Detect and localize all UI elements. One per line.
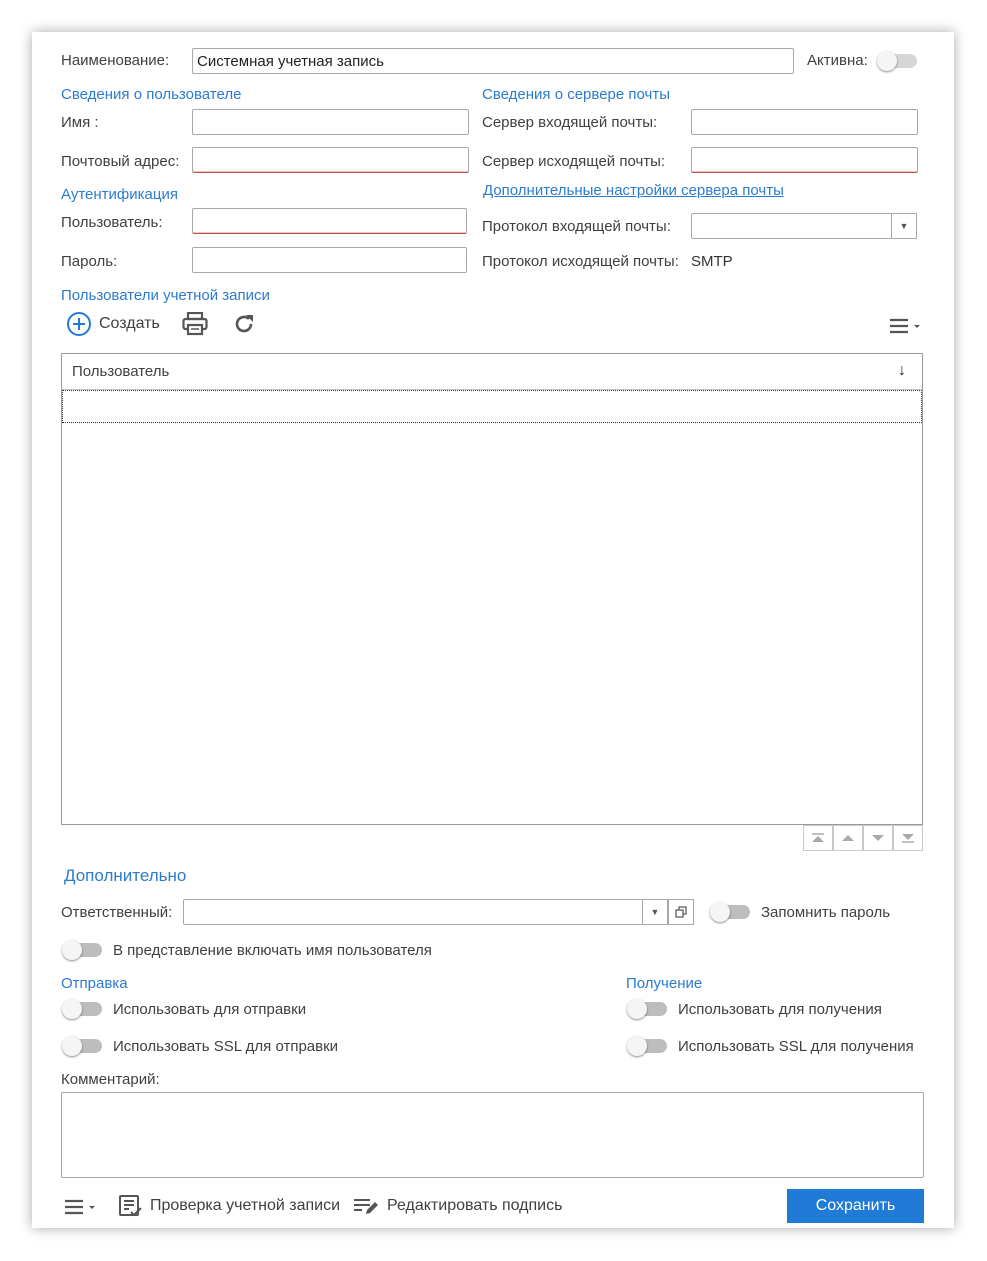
- chevron-down-icon: ▼: [650, 907, 660, 917]
- plus-circle-icon: [66, 311, 92, 337]
- refresh-icon[interactable]: [232, 312, 256, 336]
- comment-textarea[interactable]: [61, 1092, 924, 1178]
- receiving-section-title: Получение: [626, 975, 703, 992]
- auth-user-input[interactable]: [192, 208, 467, 234]
- incoming-protocol-select[interactable]: [691, 213, 892, 239]
- password-input[interactable]: [192, 247, 467, 273]
- user-info-section-title: Сведения о пользователе: [61, 86, 242, 103]
- incoming-protocol-dropdown-button[interactable]: ▼: [891, 213, 917, 239]
- active-toggle[interactable]: [877, 51, 919, 71]
- remember-password-toggle[interactable]: [710, 902, 752, 922]
- email-account-form: Наименование: Активна: Сведения о пользо…: [32, 32, 954, 1228]
- check-account-button[interactable]: Проверка учетной записи: [118, 1194, 340, 1218]
- edit-signature-label: Редактировать подпись: [387, 1197, 563, 1214]
- move-up-button[interactable]: [833, 825, 863, 851]
- use-for-sending-toggle[interactable]: [62, 999, 104, 1019]
- grid-menu-button[interactable]: [888, 316, 924, 336]
- use-ssl-sending-label: Использовать SSL для отправки: [113, 1038, 339, 1055]
- comment-label: Комментарий:: [61, 1071, 160, 1088]
- responsible-open-button[interactable]: [668, 899, 694, 925]
- move-down-icon: [872, 835, 884, 841]
- table-row[interactable]: [62, 390, 922, 423]
- auth-user-label: Пользователь:: [61, 214, 163, 231]
- move-bottom-icon: [902, 834, 914, 843]
- move-down-button[interactable]: [863, 825, 893, 851]
- responsible-input[interactable]: [183, 899, 643, 925]
- create-button[interactable]: Создать: [66, 311, 160, 337]
- include-username-toggle[interactable]: [62, 940, 104, 960]
- outgoing-protocol-label: Протокол исходящей почты:: [482, 253, 679, 270]
- user-name-label: Имя :: [61, 114, 99, 131]
- password-label: Пароль:: [61, 253, 118, 270]
- email-label: Почтовый адрес:: [61, 153, 180, 170]
- move-last-button[interactable]: [893, 825, 923, 851]
- chevron-down-icon: ▼: [899, 221, 909, 231]
- use-for-receiving-toggle[interactable]: [627, 999, 669, 1019]
- outgoing-server-input[interactable]: [691, 147, 918, 173]
- use-ssl-sending-toggle[interactable]: [62, 1036, 104, 1056]
- hamburger-icon: [65, 1199, 95, 1215]
- edit-signature-button[interactable]: Редактировать подпись: [353, 1194, 562, 1218]
- move-first-button[interactable]: [803, 825, 833, 851]
- remember-password-label: Запомнить пароль: [761, 904, 891, 921]
- user-name-input[interactable]: [192, 109, 469, 135]
- incoming-server-input[interactable]: [691, 109, 918, 135]
- account-users-section-title: Пользователи учетной записи: [61, 287, 270, 304]
- outgoing-server-label: Сервер исходящей почты:: [482, 153, 666, 170]
- incoming-server-label: Сервер входящей почты:: [482, 114, 658, 131]
- name-label: Наименование:: [61, 52, 170, 69]
- use-for-sending-label: Использовать для отправки: [113, 1001, 307, 1018]
- mail-server-section-title: Сведения о сервере почты: [482, 86, 670, 103]
- print-icon[interactable]: [182, 311, 208, 336]
- additional-section-title: Дополнительно: [64, 866, 187, 885]
- email-input[interactable]: [192, 147, 469, 173]
- column-header-user[interactable]: Пользователь: [72, 363, 169, 380]
- sort-down-icon[interactable]: ↓: [898, 362, 906, 380]
- name-input[interactable]: [192, 48, 794, 74]
- move-top-icon: [812, 833, 824, 842]
- include-username-label: В представление включать имя пользовател…: [113, 942, 432, 959]
- responsible-label: Ответственный:: [61, 904, 173, 921]
- check-account-label: Проверка учетной записи: [150, 1197, 341, 1214]
- active-label: Активна:: [807, 52, 868, 69]
- footer-menu-button[interactable]: [63, 1197, 99, 1217]
- incoming-protocol-label: Протокол входящей почты:: [482, 218, 671, 235]
- sending-section-title: Отправка: [61, 975, 128, 992]
- grid-header: Пользователь ↓: [62, 354, 922, 390]
- outgoing-protocol-value: SMTP: [691, 253, 733, 270]
- open-window-icon: [675, 906, 687, 918]
- use-ssl-receiving-toggle[interactable]: [627, 1036, 669, 1056]
- hamburger-icon: [890, 318, 920, 334]
- edit-text-icon: [354, 1199, 378, 1214]
- save-button[interactable]: Сохранить: [787, 1189, 924, 1223]
- account-users-grid: Пользователь ↓: [61, 353, 923, 825]
- checklist-icon: [119, 1195, 142, 1217]
- auth-section-title: Аутентификация: [61, 186, 178, 203]
- responsible-dropdown-button[interactable]: ▼: [642, 899, 668, 925]
- create-button-label: Создать: [99, 315, 160, 332]
- use-ssl-receiving-label: Использовать SSL для получения: [678, 1038, 914, 1055]
- move-up-icon: [842, 835, 854, 841]
- extra-server-settings-link[interactable]: Дополнительные настройки сервера почты: [483, 182, 784, 199]
- use-for-receiving-label: Использовать для получения: [678, 1001, 882, 1018]
